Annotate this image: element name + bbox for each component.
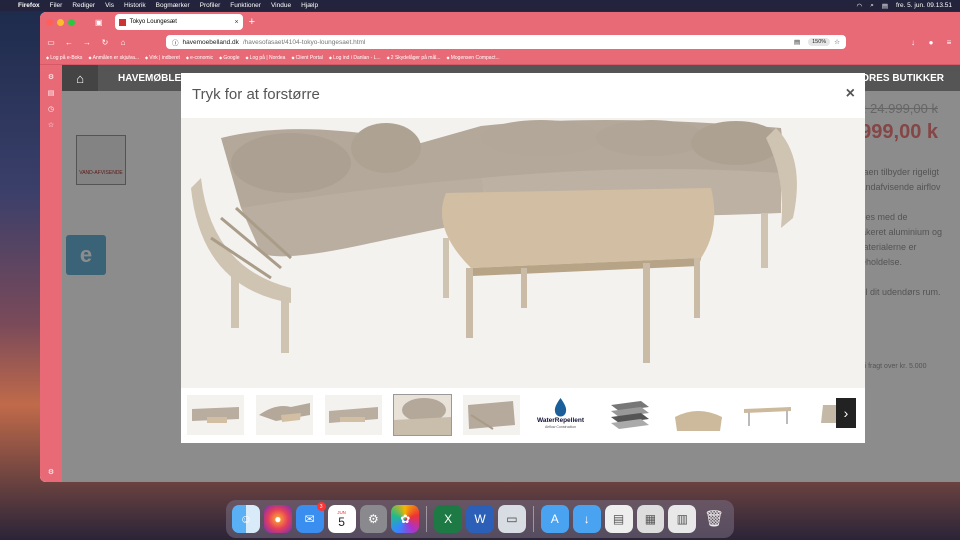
thumbnail-water-repellent[interactable]: WaterRepellent Airflow Construction xyxy=(532,395,589,435)
trash-icon[interactable]: 🗑 xyxy=(700,505,728,533)
thumbnail-cushion[interactable] xyxy=(670,395,727,435)
downloads-icon[interactable]: ↓ xyxy=(908,38,918,47)
wifi-icon[interactable]: ◠ xyxy=(857,2,863,10)
reload-icon[interactable]: ↻ xyxy=(100,38,110,47)
bookmark-item[interactable]: Anmålen er skjulva... xyxy=(88,55,139,61)
finder-icon[interactable]: ☺ xyxy=(232,505,260,533)
search-icon[interactable]: ⌕ xyxy=(870,2,874,10)
tab-tokyo[interactable]: Tokyo Loungesæt × xyxy=(114,14,243,30)
sidebar-toggle-icon[interactable]: ▭ xyxy=(46,38,56,47)
bookmark-star-icon[interactable]: ☆ xyxy=(834,38,840,46)
app-store-icon[interactable]: A xyxy=(540,505,569,533)
bookmark-item[interactable]: Google xyxy=(219,55,239,61)
menu-rediger[interactable]: Rediger xyxy=(72,2,95,9)
menu-vindue[interactable]: Vindue xyxy=(271,2,291,9)
documents-icon[interactable]: ▤ xyxy=(604,505,633,533)
thumbnail-sofa-side[interactable] xyxy=(325,395,382,435)
home-icon[interactable]: ⌂ xyxy=(118,38,128,47)
modal-title: Tryk for at forstørre xyxy=(192,86,320,103)
thumbnail-layers[interactable] xyxy=(601,395,658,435)
zoom-window-button[interactable] xyxy=(68,18,75,26)
favicon-icon xyxy=(118,18,126,26)
main-product-image[interactable] xyxy=(181,118,865,388)
thumbnail-sofa-corner[interactable] xyxy=(463,395,520,435)
dock-separator xyxy=(426,506,428,532)
firefox-icon[interactable]: ● xyxy=(263,505,292,533)
menu-vis[interactable]: Vis xyxy=(105,2,114,9)
thumbnail-sofa-front[interactable] xyxy=(187,395,244,435)
photos-icon[interactable]: ✿ xyxy=(391,505,420,533)
water-repellent-title: WaterRepellent xyxy=(536,417,585,424)
control-center-icon[interactable]: ▤ xyxy=(882,2,888,10)
word-icon[interactable]: W xyxy=(466,505,494,533)
calendar-icon[interactable]: JUN 5 xyxy=(327,505,356,533)
bookmark-item[interactable]: Client Portal xyxy=(291,55,323,61)
downloads-icon[interactable]: ↓ xyxy=(572,505,601,533)
macos-menubar: Firefox Filer Rediger Vis Historik Bogmæ… xyxy=(0,0,960,11)
tab-bar: ▣ Tokyo Loungesæt × + xyxy=(40,12,960,32)
menubar-clock[interactable]: fre. 5. jun. 09.13.51 xyxy=(896,2,952,9)
tab-close-icon[interactable]: × xyxy=(234,19,238,26)
zoom-level[interactable]: 150% xyxy=(808,38,831,46)
bookmark-item[interactable]: Virk | indberet xyxy=(145,55,180,61)
url-host: havemoebelland.dk xyxy=(182,38,239,46)
thumbnail-strip: WaterRepellent Airflow Construction xyxy=(181,393,865,437)
bookmarks-bar: Log på e-Boks Anmålen er skjulva... Virk… xyxy=(40,52,960,65)
new-tab-button[interactable]: + xyxy=(249,16,255,28)
menu-filer[interactable]: Filer xyxy=(50,2,63,9)
menu-profiler[interactable]: Profiler xyxy=(200,2,221,9)
site-info-icon[interactable]: ⓘ xyxy=(172,37,179,47)
bookmarks-icon[interactable]: ☆ xyxy=(40,121,62,129)
excel-icon[interactable]: X xyxy=(434,505,463,533)
url-path: /havesofasaet/4104-tokyo-loungesaet.html xyxy=(242,38,366,46)
reader-view-icon[interactable]: ▤ xyxy=(794,38,800,46)
tab-title: Tokyo Loungesæt xyxy=(129,19,177,25)
thumbnail-sofa-angle[interactable] xyxy=(256,395,313,435)
tab-groups-icon[interactable]: ▣ xyxy=(95,18,103,27)
thumbnail-sofa-detail[interactable] xyxy=(393,394,452,436)
sofa-illustration xyxy=(181,118,865,388)
next-thumbnails-button[interactable]: › xyxy=(836,398,856,428)
files-icon[interactable]: ▦ xyxy=(636,505,665,533)
folder-stack-icon[interactable]: ▥ xyxy=(668,505,697,533)
navigation-bar: ▭ ← → ↻ ⌂ ⓘ havemoebelland.dk/havesofasa… xyxy=(40,32,960,52)
nav-havemobler[interactable]: HAVEMØBLER xyxy=(118,73,188,84)
preview-icon[interactable]: ▭ xyxy=(498,505,526,533)
system-settings-icon[interactable]: ⚙ xyxy=(359,505,388,533)
menu-icon[interactable]: ≡ xyxy=(944,38,954,47)
menu-hjaelp[interactable]: Hjælp xyxy=(301,2,318,9)
bookmark-item[interactable]: Log på | Nordea xyxy=(245,55,286,61)
bookmark-item[interactable]: e-conomic xyxy=(186,55,213,61)
window-controls xyxy=(46,18,75,26)
minimize-window-button[interactable] xyxy=(57,18,64,26)
forward-icon[interactable]: → xyxy=(82,38,92,47)
menu-historik[interactable]: Historik xyxy=(124,2,146,9)
menu-funktioner[interactable]: Funktioner xyxy=(230,2,261,9)
bookmark-item[interactable]: Log ind i Danlan - L... xyxy=(329,55,381,61)
history-icon[interactable]: ◷ xyxy=(40,105,62,113)
menu-app-name[interactable]: Firefox xyxy=(18,2,40,9)
mail-icon[interactable]: ✉ 3 xyxy=(295,502,326,533)
site-home-icon[interactable]: ⌂ xyxy=(62,65,98,91)
bookmark-item[interactable]: 2 Skydelåger på mål... xyxy=(387,55,441,61)
ai-chatbot-icon[interactable]: ⚙ xyxy=(40,73,62,81)
dock-separator xyxy=(532,506,534,532)
thumbnail-table[interactable] xyxy=(739,395,796,435)
menu-bogmaerker[interactable]: Bogmærker xyxy=(156,2,190,9)
customize-sidebar-icon[interactable]: ⚙ xyxy=(40,468,62,476)
water-repellent-subtitle: Airflow Construction xyxy=(544,425,577,429)
mail-badge: 3 xyxy=(316,502,326,511)
bookmark-item[interactable]: Log på e-Boks xyxy=(46,55,82,61)
browser-sidebar: ⚙ ▤ ◷ ☆ ⚙ xyxy=(40,65,62,482)
image-modal: Tryk for at forstørre × WaterRepellent A… xyxy=(181,73,865,443)
url-bar[interactable]: ⓘ havemoebelland.dk/havesofasaet/4104-to… xyxy=(166,35,846,49)
calendar-day: 5 xyxy=(338,514,345,529)
macos-dock: ☺ ● ✉ 3 JUN 5 ⚙ ✿ X W ▭ A ↓ ▤ ▦ ▥ 🗑 xyxy=(226,500,734,538)
modal-close-button[interactable]: × xyxy=(846,85,855,103)
back-icon[interactable]: ← xyxy=(64,38,74,47)
bookmark-item[interactable]: Mogensen Compact... xyxy=(447,55,500,61)
account-icon[interactable]: ● xyxy=(926,38,936,47)
close-window-button[interactable] xyxy=(46,18,53,26)
synced-tabs-icon[interactable]: ▤ xyxy=(40,89,62,97)
